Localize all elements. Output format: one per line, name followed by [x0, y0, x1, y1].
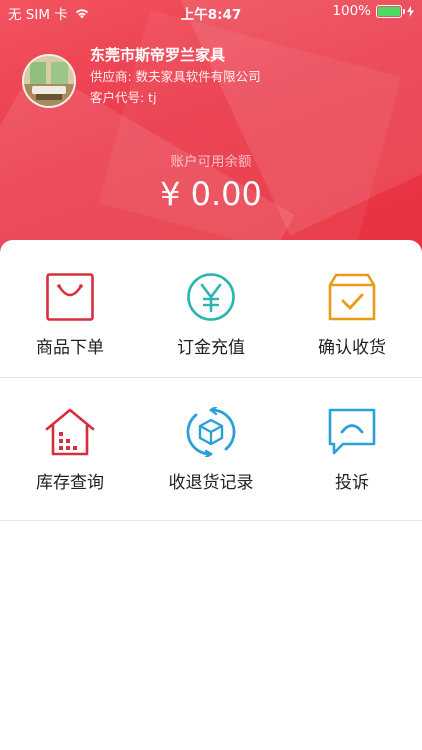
checked-box-icon [328, 273, 376, 321]
header-banner: 无 SIM 卡 上午8:47 100% 东莞市斯帝罗兰家具 供应商: 数夫家具软… [0, 0, 422, 262]
confirm-receipt-label: 确认收货 [318, 338, 386, 358]
shopping-bag-icon [46, 273, 94, 321]
return-records-button[interactable]: 收退货记录 [141, 383, 281, 520]
supplier-text: 供应商: 数夫家具软件有限公司 [90, 69, 261, 84]
yen-coin-icon [187, 273, 235, 321]
battery-icon [376, 4, 405, 18]
warehouse-icon [45, 408, 95, 456]
profile-info: 东莞市斯帝罗兰家具 供应商: 数夫家具软件有限公司 客户代号: tj [90, 44, 261, 108]
complaint-button[interactable]: 投诉 [282, 383, 422, 520]
furniture-photo-icon [24, 56, 74, 106]
deposit-recharge-label: 订金充值 [177, 338, 245, 358]
inventory-query-label: 库存查询 [36, 473, 104, 493]
menu-row: 库存查询 收退货记录 投诉 [0, 383, 422, 521]
menu-card: 商品下单 订金充值 确认收货 库存查询 收退货记录 投诉 [0, 240, 422, 750]
battery-percent: 100% [332, 3, 371, 19]
company-name: 东莞市斯帝罗兰家具 [90, 46, 226, 64]
balance-label: 账户可用余额 [170, 154, 252, 170]
chat-bubble-icon [328, 408, 376, 455]
balance-value: ¥ 0.00 [160, 175, 262, 213]
complaint-label: 投诉 [335, 473, 369, 493]
inventory-query-button[interactable]: 库存查询 [0, 383, 140, 520]
deposit-recharge-button[interactable]: 订金充值 [141, 240, 281, 377]
status-bar: 无 SIM 卡 上午8:47 100% [0, 0, 422, 24]
confirm-receipt-button[interactable]: 确认收货 [282, 240, 422, 377]
cube-refresh-icon [186, 407, 236, 457]
place-order-button[interactable]: 商品下单 [0, 240, 140, 377]
charging-icon [407, 5, 414, 17]
place-order-label: 商品下单 [36, 338, 104, 358]
avatar[interactable] [22, 54, 76, 108]
return-records-label: 收退货记录 [168, 473, 254, 493]
customer-code-text: 客户代号: tj [90, 90, 157, 105]
menu-row: 商品下单 订金充值 确认收货 [0, 240, 422, 378]
